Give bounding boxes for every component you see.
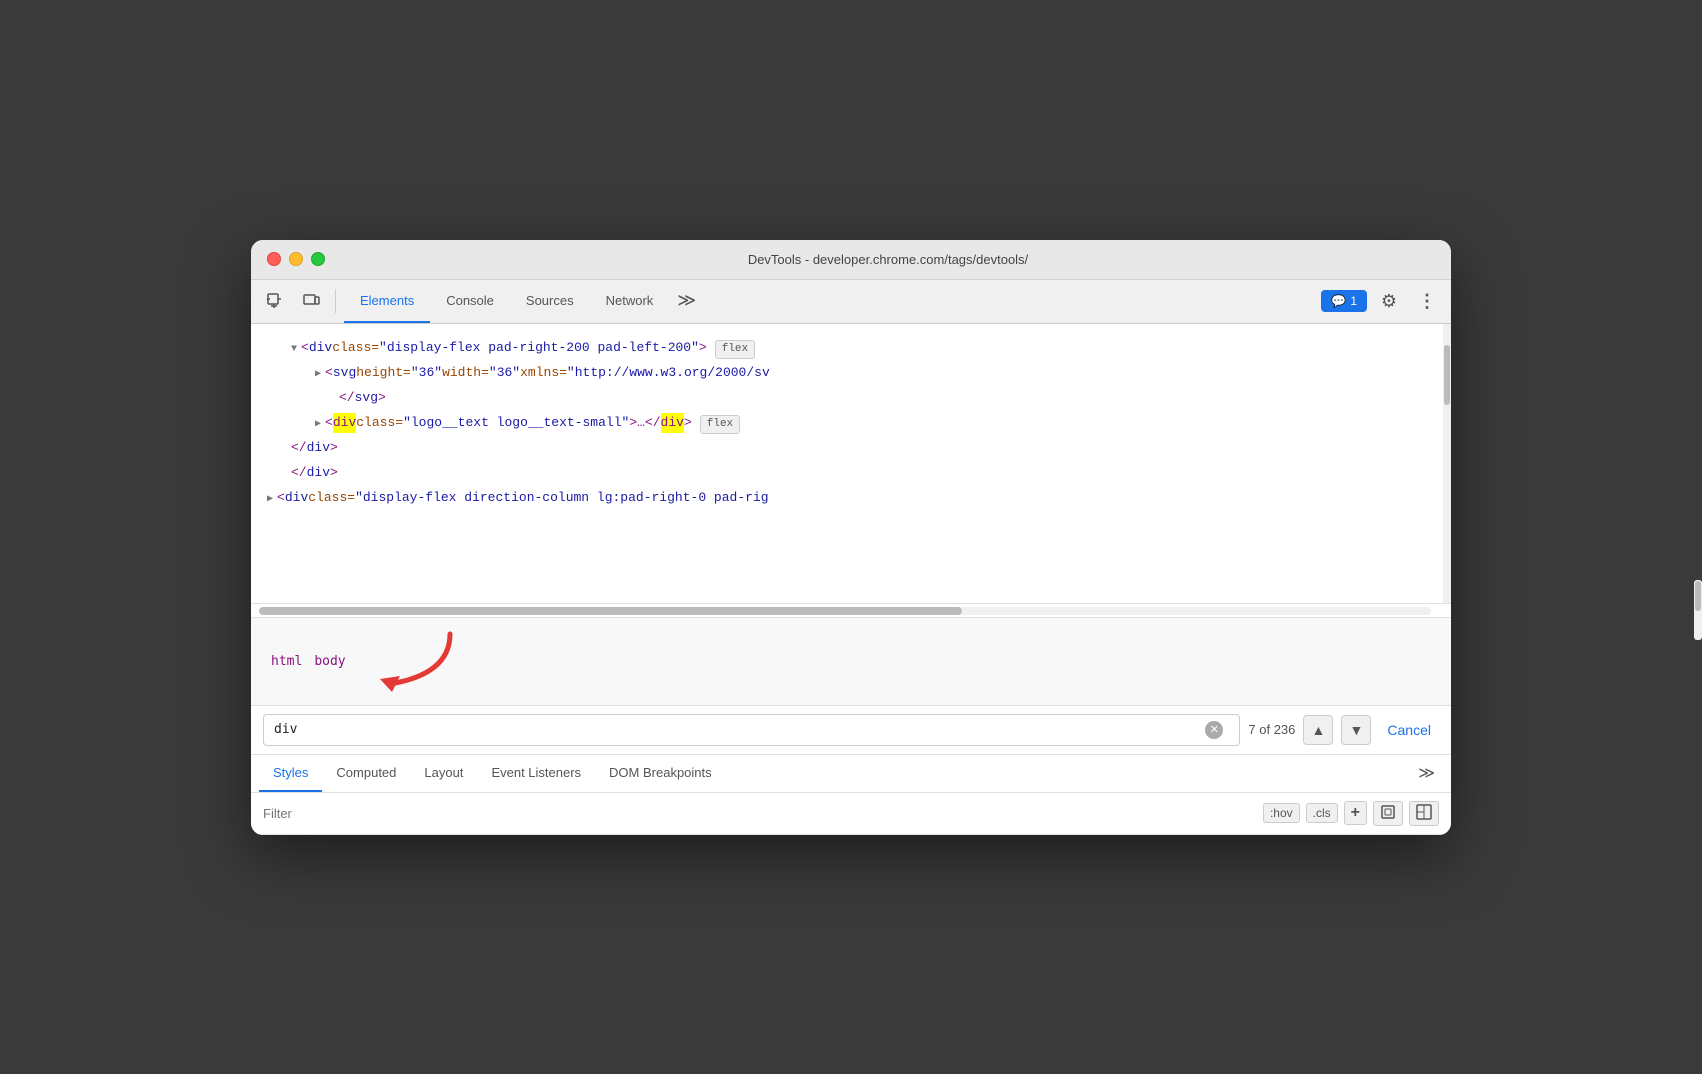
chevron-up-icon: ▲ [1311,722,1325,738]
tab-more[interactable]: ≫ [669,280,704,323]
collapse-triangle[interactable]: ▶ [315,367,321,383]
search-input[interactable] [274,722,1205,737]
code-line-1[interactable]: ▼ <div class="display-flex pad-right-200… [251,336,1451,362]
devtools-toolbar: Elements Console Sources Network ≫ 💬 1 ⚙ [251,280,1451,324]
filter-bar: :hov .cls + [251,793,1451,835]
vertical-scrollbar-thumb[interactable] [1444,345,1450,405]
hov-button[interactable]: :hov [1263,803,1300,823]
device-toggle-icon[interactable] [295,285,327,317]
maximize-button[interactable] [311,252,325,266]
search-input-wrapper[interactable]: ✕ [263,714,1240,746]
notification-button[interactable]: 💬 1 [1321,290,1367,312]
window-title: DevTools - developer.chrome.com/tags/dev… [341,252,1435,267]
tab-computed[interactable]: Computed [322,755,410,792]
title-bar: DevTools - developer.chrome.com/tags/dev… [251,240,1451,280]
flex-badge: flex [715,340,755,360]
tab-sources[interactable]: Sources [510,280,590,323]
code-line-4[interactable]: ▶ <div class="logo__text logo__text-smal… [251,411,1451,437]
breadcrumb-html[interactable]: html [267,652,306,671]
search-clear-button[interactable]: ✕ [1205,721,1223,739]
toolbar-separator [335,289,336,313]
tab-elements[interactable]: Elements [344,280,430,323]
chevron-down-icon: ▼ [1349,722,1363,738]
panel-layout-icon[interactable] [1409,801,1439,826]
filter-input[interactable] [263,806,1255,821]
tab-event-listeners[interactable]: Event Listeners [477,755,595,792]
styles-panel: Styles Computed Layout Event Listeners D… [251,755,1451,835]
tab-styles[interactable]: Styles [259,755,322,792]
search-bar: ✕ 7 of 236 ▲ ▼ Cancel [251,706,1451,755]
code-line-5[interactable]: </div> [251,436,1451,461]
notification-icon: 💬 [1331,294,1346,308]
collapse-triangle[interactable]: ▶ [315,417,321,433]
dom-path-breadcrumb: html body [251,618,1451,706]
code-line-2[interactable]: ▶ <svg height="36" width="36" xmlns="htt… [251,361,1451,386]
filter-actions: :hov .cls + [1263,801,1439,826]
flex-badge-2: flex [700,415,740,435]
refresh-styles-icon[interactable] [1373,801,1403,826]
code-line-3[interactable]: </svg> [251,386,1451,411]
more-options-icon[interactable]: ⋮ [1411,285,1443,317]
tab-network[interactable]: Network [590,280,670,323]
tab-layout[interactable]: Layout [410,755,477,792]
styles-tab-nav: Styles Computed Layout Event Listeners D… [251,755,1451,793]
search-count: 7 of 236 [1248,722,1295,737]
styles-more-tabs-icon[interactable]: ≫ [1410,755,1443,791]
inspect-icon[interactable] [259,285,291,317]
minimize-button[interactable] [289,252,303,266]
search-prev-button[interactable]: ▲ [1303,715,1333,745]
tab-dom-breakpoints[interactable]: DOM Breakpoints [595,755,726,792]
html-editor[interactable]: ▼ <div class="display-flex pad-right-200… [251,324,1451,604]
devtools-window: DevTools - developer.chrome.com/tags/dev… [251,240,1451,835]
arrow-annotation [370,624,490,699]
cls-button[interactable]: .cls [1306,803,1338,823]
code-line-7[interactable]: ▶ <div class="display-flex direction-col… [251,486,1451,511]
search-cancel-button[interactable]: Cancel [1379,718,1439,742]
close-button[interactable] [267,252,281,266]
vertical-scrollbar[interactable] [1443,324,1451,603]
tab-console[interactable]: Console [430,280,510,323]
breadcrumb-body[interactable]: body [310,652,349,671]
code-line-6[interactable]: </div> [251,461,1451,486]
settings-icon[interactable]: ⚙ [1373,285,1405,317]
traffic-lights [267,252,325,266]
collapse-triangle[interactable]: ▼ [291,342,297,358]
collapse-triangle[interactable]: ▶ [267,492,273,508]
horizontal-scrollbar-thumb[interactable] [259,607,962,615]
main-tab-nav: Elements Console Sources Network ≫ [344,280,1317,323]
toolbar-right: 💬 1 ⚙ ⋮ [1321,285,1443,317]
search-next-button[interactable]: ▼ [1341,715,1371,745]
add-style-button[interactable]: + [1344,801,1367,825]
editor-wrapper: ▼ <div class="display-flex pad-right-200… [251,324,1451,618]
horizontal-scrollbar-track[interactable] [259,607,1431,615]
horizontal-scrollbar-area [251,604,1451,618]
